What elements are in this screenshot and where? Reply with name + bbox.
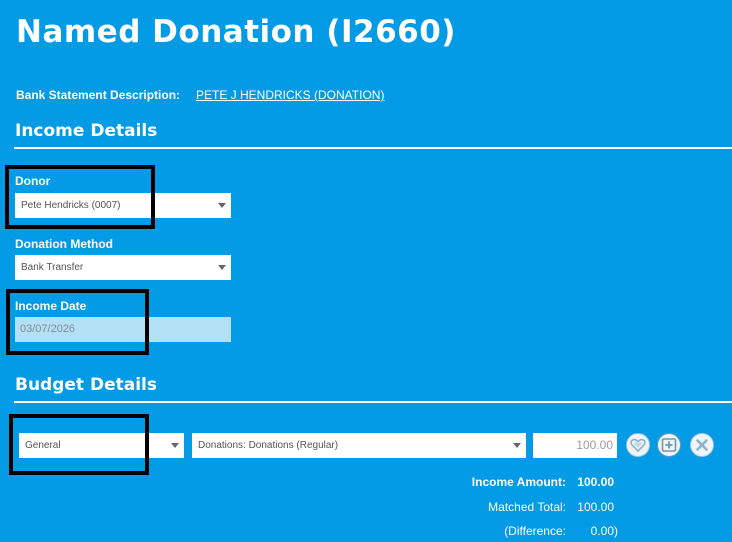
difference-label: (Difference: (504, 524, 566, 538)
income-date-highlight-box (6, 289, 149, 355)
chevron-down-icon (218, 265, 226, 270)
income-details-divider (14, 147, 732, 149)
donation-method-select-value: Bank Transfer (21, 262, 84, 273)
income-amount-value: 100.00 (577, 475, 614, 489)
amount-input[interactable]: 100.00 (533, 433, 617, 458)
page-title: Named Donation (I2660) (16, 14, 456, 50)
income-details-heading: Income Details (15, 121, 158, 141)
donor-highlight-box (5, 165, 155, 229)
chevron-down-icon (171, 443, 179, 448)
budget-details-heading: Budget Details (15, 375, 157, 395)
chevron-down-icon (513, 443, 521, 448)
heart-icon[interactable] (626, 433, 650, 457)
donation-method-label: Donation Method (15, 237, 113, 251)
budget-details-divider (14, 401, 732, 403)
remove-icon[interactable] (690, 433, 714, 457)
donation-method-select[interactable]: Bank Transfer (15, 255, 231, 280)
matched-total-value: 100.00 (577, 500, 614, 514)
difference-value: 0.00) (590, 524, 618, 538)
bank-statement-label: Bank Statement Description: (16, 88, 181, 102)
matched-total-label: Matched Total: (488, 500, 566, 514)
budget-highlight-box (9, 414, 149, 475)
category-select[interactable]: Donations: Donations (Regular) (192, 433, 526, 458)
bank-statement-link[interactable]: PETE J HENDRICKS (DONATION) (196, 88, 384, 102)
income-amount-label: Income Amount: (471, 475, 566, 489)
category-select-value: Donations: Donations (Regular) (198, 440, 339, 451)
chevron-down-icon (218, 203, 226, 208)
split-add-icon[interactable] (657, 433, 681, 457)
